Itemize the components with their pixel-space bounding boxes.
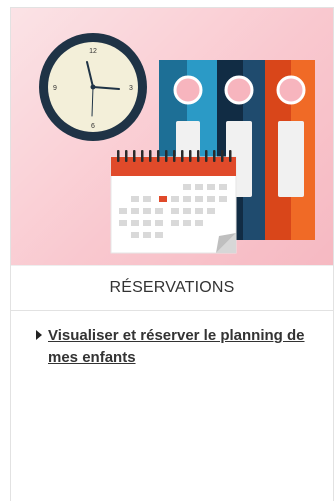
clock-number-6: 6 [91,123,95,130]
clock-number-9: 9 [53,85,57,92]
clock-number-3: 3 [129,85,133,92]
bullet-arrow-icon [36,330,42,340]
illustration-svg: 12 3 6 9 [39,33,315,254]
calendar-icon [110,150,237,254]
reservations-illustration[interactable]: 12 3 6 9 [11,8,333,265]
clock-icon: 12 3 6 9 [39,33,147,141]
link-item[interactable]: Visualiser et réserver le planning de me… [36,325,323,369]
card-title: RÉSERVATIONS [11,265,333,311]
reservations-card[interactable]: 12 3 6 9 RÉSERVATIONS Visualiser et rése… [10,7,334,501]
calendar-highlight-day [159,196,167,202]
clock-number-12: 12 [89,48,97,55]
view-reserve-planning-link[interactable]: Visualiser et réserver le planning de me… [48,325,323,369]
card-links: Visualiser et réserver le planning de me… [11,311,333,369]
